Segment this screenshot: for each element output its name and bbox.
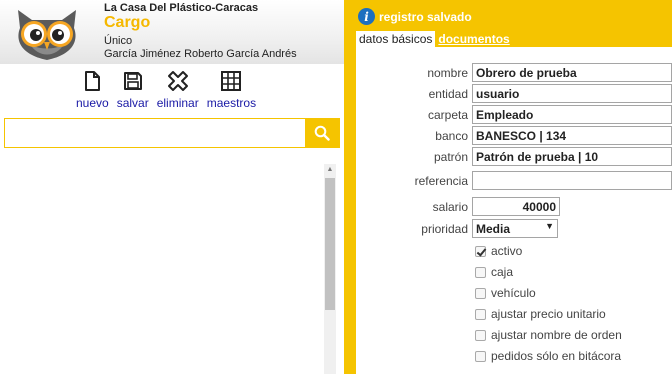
patron-label: patrón (433, 150, 468, 164)
search-icon (314, 125, 330, 141)
save-icon (123, 72, 142, 90)
nuevo-label: nuevo (76, 96, 109, 110)
nombre-label: nombre (427, 66, 468, 80)
nombre-field[interactable]: Obrero de prueba (472, 63, 672, 82)
ajustar-nombre-label: ajustar nombre de orden (491, 328, 622, 342)
prioridad-select[interactable]: Media ▼ (472, 219, 558, 238)
nuevo-button[interactable]: nuevo (76, 70, 109, 114)
ajustar-nombre-checkbox[interactable]: ajustar nombre de orden (475, 326, 622, 344)
patron-row: patrón Patrón de prueba | 10 (356, 147, 672, 167)
info-icon: i (358, 8, 375, 25)
salario-row: salario 40000 (356, 197, 672, 217)
prioridad-value: Media (476, 222, 511, 236)
carpeta-label: carpeta (427, 108, 468, 122)
pedidos-bitacora-label: pedidos sólo en bitácora (491, 349, 622, 363)
ajustar-precio-label: ajustar precio unitario (491, 307, 606, 321)
referencia-row: referencia (356, 171, 672, 191)
maestros-label: maestros (206, 96, 257, 110)
delete-icon (167, 71, 188, 91)
app-header: La Casa Del Plástico-Caracas Cargo Único… (0, 0, 344, 64)
eliminar-label: eliminar (156, 96, 199, 110)
checkbox-unchecked-icon (475, 350, 486, 362)
right-panel: i registro salvado datos básicos documen… (344, 0, 672, 374)
checkbox-unchecked-icon (475, 287, 486, 299)
activo-label: activo (491, 244, 523, 258)
toolbar: nuevo salvar eliminar maestros (76, 70, 264, 114)
checkbox-unchecked-icon (475, 329, 486, 341)
company-name: La Casa Del Plástico-Caracas (104, 2, 259, 14)
module-title: Cargo (104, 14, 151, 31)
search-box (4, 118, 340, 148)
entidad-row: entidad usuario (356, 84, 672, 104)
banco-label: banco (435, 129, 468, 143)
scroll-thumb[interactable] (325, 178, 335, 310)
eliminar-button[interactable]: eliminar (157, 70, 199, 114)
tab-bar: datos básicos documentos (356, 31, 513, 47)
status-text: registro salvado (379, 9, 472, 24)
patron-field[interactable]: Patrón de prueba | 10 (472, 147, 672, 166)
carpeta-row: carpeta Empleado (356, 105, 672, 125)
search-input[interactable] (5, 119, 305, 147)
maestros-button[interactable]: maestros (207, 70, 256, 114)
search-button[interactable] (305, 119, 339, 147)
tab-documentos[interactable]: documentos (435, 31, 512, 47)
grid-icon (221, 71, 242, 91)
document-icon (85, 71, 101, 91)
ajustar-precio-checkbox[interactable]: ajustar precio unitario (475, 305, 606, 323)
header-subtitle-1: Único (104, 35, 133, 47)
entidad-label: entidad (428, 87, 468, 101)
referencia-field[interactable] (472, 171, 672, 190)
prioridad-label: prioridad (421, 222, 468, 236)
activo-checkbox[interactable]: activo (475, 242, 522, 260)
nombre-row: nombre Obrero de prueba (356, 63, 672, 83)
vehiculo-label: vehículo (491, 286, 536, 300)
vehiculo-checkbox[interactable]: vehículo (475, 284, 536, 302)
salario-field[interactable]: 40000 (472, 197, 560, 216)
results-scrollbar[interactable]: ▲ (324, 164, 336, 374)
owl-logo (18, 10, 76, 60)
salario-label: salario (432, 200, 468, 214)
banco-field[interactable]: BANESCO | 134 (472, 126, 672, 145)
banco-row: banco BANESCO | 134 (356, 126, 672, 146)
scroll-up-arrow-icon[interactable]: ▲ (324, 164, 336, 176)
left-panel: La Casa Del Plástico-Caracas Cargo Único… (0, 0, 344, 374)
referencia-label: referencia (414, 174, 468, 188)
chevron-down-icon: ▼ (545, 221, 554, 231)
tab-datos-basicos[interactable]: datos básicos (356, 31, 436, 47)
status-message: i registro salvado (358, 8, 472, 25)
prioridad-row: prioridad Media ▼ (356, 219, 672, 239)
caja-label: caja (491, 265, 514, 279)
entidad-field[interactable]: usuario (472, 84, 672, 103)
salvar-button[interactable]: salvar (117, 70, 149, 114)
pedidos-bitacora-checkbox[interactable]: pedidos sólo en bitácora (475, 347, 621, 365)
caja-checkbox[interactable]: caja (475, 263, 513, 281)
checkbox-unchecked-icon (475, 308, 486, 320)
form-panel: nombre Obrero de prueba entidad usuario … (356, 47, 672, 374)
checkbox-checked-icon (475, 245, 486, 257)
header-subtitle-2: García Jiménez Roberto García Andrés (104, 48, 297, 60)
checkbox-unchecked-icon (475, 266, 486, 278)
carpeta-field[interactable]: Empleado (472, 105, 672, 124)
salvar-label: salvar (116, 96, 149, 110)
